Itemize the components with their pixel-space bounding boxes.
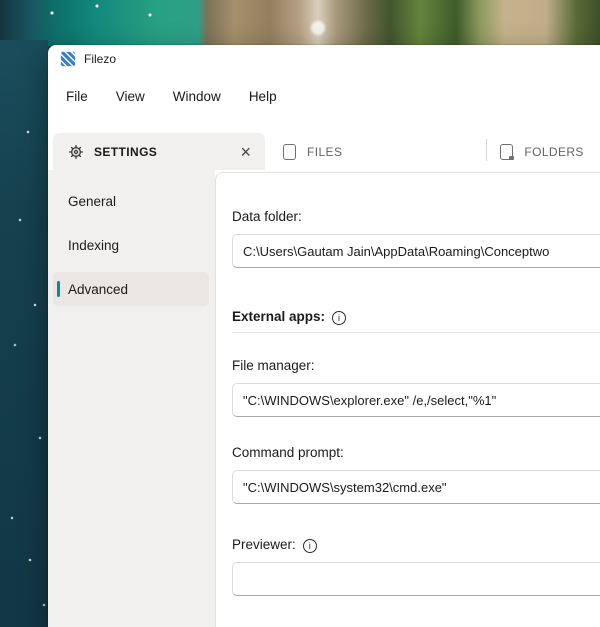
sidebar-item-general-label: General xyxy=(68,193,117,209)
sidebar-item-indexing[interactable]: Indexing xyxy=(53,228,209,262)
tab-files[interactable]: FILES xyxy=(283,133,342,170)
previewer-input[interactable] xyxy=(232,562,600,596)
info-icon[interactable]: i xyxy=(332,311,347,325)
tab-settings-label: SETTINGS xyxy=(94,144,158,159)
sidebar-item-advanced-label: Advanced xyxy=(68,281,129,297)
file-outline-icon xyxy=(283,143,296,160)
gear-icon xyxy=(69,144,83,159)
menu-view[interactable]: View xyxy=(116,89,145,104)
menu-file[interactable]: File xyxy=(66,89,88,104)
command-prompt-input[interactable] xyxy=(232,470,600,504)
settings-sidebar: General Indexing Advanced xyxy=(48,170,215,627)
command-prompt-label: Command prompt: xyxy=(232,445,344,460)
tab-folders[interactable]: FOLDERS xyxy=(500,133,583,170)
file-folded-outline-icon xyxy=(500,143,514,160)
desktop-wallpaper-top xyxy=(0,0,600,46)
filezo-window: Filezo File View Window Help SETTINGS × … xyxy=(48,45,600,627)
file-manager-label: File manager: xyxy=(232,358,315,373)
advanced-settings-panel: Data folder: External apps: i File manag… xyxy=(215,172,600,627)
screen: Filezo File View Window Help SETTINGS × … xyxy=(0,0,600,627)
titlebar[interactable]: Filezo xyxy=(48,45,600,73)
info-icon[interactable]: i xyxy=(302,539,317,553)
data-folder-label: Data folder: xyxy=(232,209,302,224)
data-folder-input[interactable] xyxy=(232,234,600,268)
external-apps-heading: External apps: xyxy=(232,309,326,324)
menu-window[interactable]: Window xyxy=(173,89,221,104)
file-manager-input[interactable] xyxy=(232,383,600,417)
tab-settings[interactable]: SETTINGS × xyxy=(53,133,265,170)
tab-folders-label: FOLDERS xyxy=(524,144,584,159)
sidebar-item-advanced[interactable]: Advanced xyxy=(53,272,209,306)
sidebar-item-general[interactable]: General xyxy=(53,184,209,218)
settings-body: General Indexing Advanced Data folder: E… xyxy=(48,170,600,627)
close-tab-icon[interactable]: × xyxy=(236,143,255,161)
menu-help[interactable]: Help xyxy=(249,89,277,104)
tab-files-label: FILES xyxy=(307,144,343,159)
selected-accent-bar xyxy=(57,281,60,297)
menubar: File View Window Help xyxy=(48,73,600,119)
window-title: Filezo xyxy=(84,52,117,66)
previewer-label: Previewer: xyxy=(232,537,296,552)
tabbar: SETTINGS × FILES FOLDERS xyxy=(48,119,600,170)
sidebar-item-indexing-label: Indexing xyxy=(68,237,120,253)
filezo-app-icon xyxy=(60,51,76,67)
section-divider xyxy=(232,332,600,333)
tab-separator xyxy=(486,138,488,161)
desktop-wallpaper-left xyxy=(0,40,48,627)
